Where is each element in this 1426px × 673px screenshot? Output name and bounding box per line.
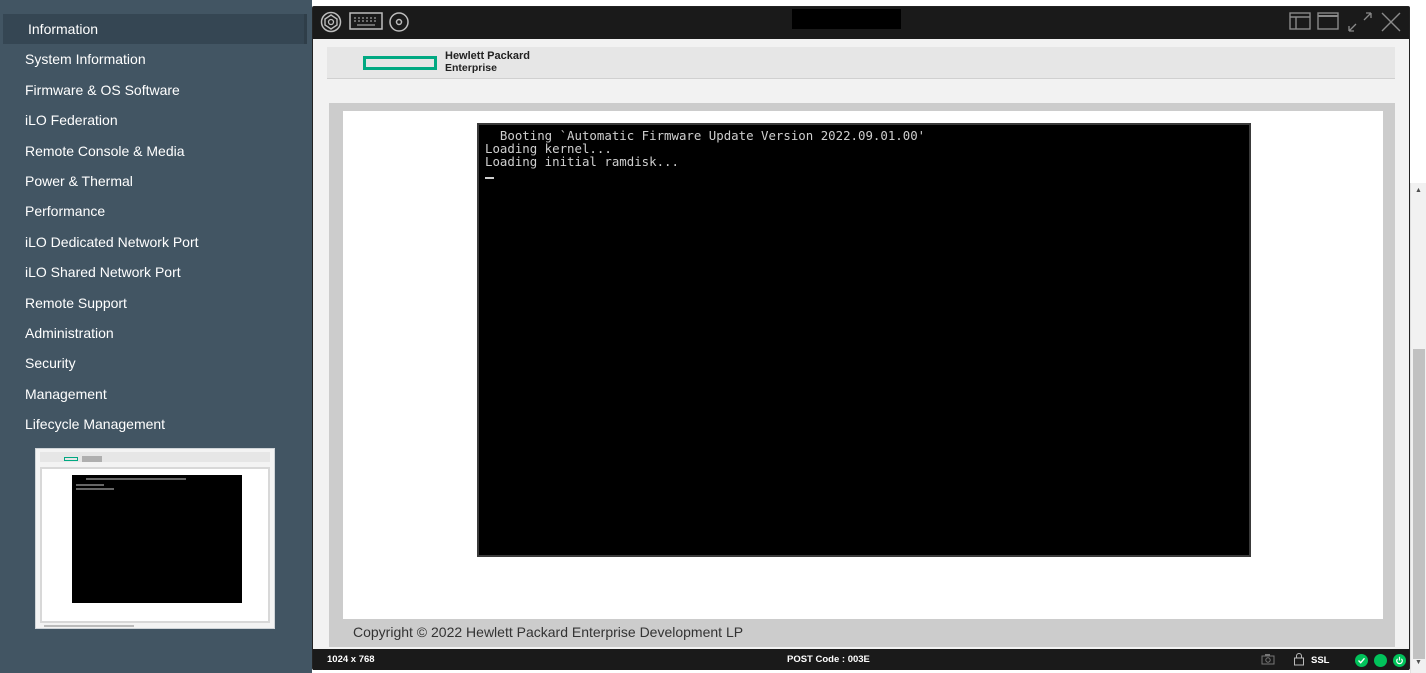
scroll-down-icon[interactable]: ▼ bbox=[1415, 659, 1422, 666]
sidebar-item-management[interactable]: Management bbox=[0, 379, 312, 409]
sidebar-item-ilo-shared-network-port[interactable]: iLO Shared Network Port bbox=[0, 257, 312, 287]
hpe-logo bbox=[363, 56, 437, 70]
thumbnail-logo bbox=[64, 457, 78, 461]
console-title-redacted bbox=[792, 9, 901, 29]
console-frame: Booting `Automatic Firmware Update Versi… bbox=[329, 103, 1395, 647]
thumbnail-frame bbox=[40, 467, 270, 623]
console-screen[interactable]: Booting `Automatic Firmware Update Versi… bbox=[477, 123, 1251, 557]
screen-cursor-line bbox=[485, 168, 1243, 181]
hpe-header: Hewlett Packard Enterprise bbox=[327, 47, 1395, 79]
thumbnail-header bbox=[40, 452, 270, 462]
virtual-media-icon[interactable] bbox=[388, 11, 410, 33]
copyright-text: Copyright © 2022 Hewlett Packard Enterpr… bbox=[353, 624, 744, 640]
sidebar-item-administration[interactable]: Administration bbox=[0, 318, 312, 348]
keyboard-icon[interactable] bbox=[349, 11, 383, 31]
sidebar-item-power-thermal[interactable]: Power & Thermal bbox=[0, 166, 312, 196]
sidebar-item-remote-support[interactable]: Remote Support bbox=[0, 288, 312, 318]
page-scrollbar[interactable]: ▲ ▼ bbox=[1410, 183, 1426, 673]
console-frame-inner: Booting `Automatic Firmware Update Versi… bbox=[343, 111, 1383, 619]
camera-icon[interactable] bbox=[1261, 653, 1275, 668]
lock-icon bbox=[1293, 652, 1305, 669]
ilo-page: Information System Information Firmware … bbox=[0, 0, 1426, 673]
resolution-readout: 1024 x 768 bbox=[327, 654, 375, 665]
maximize-icon[interactable] bbox=[1317, 11, 1339, 36]
screen-line: Loading initial ramdisk... bbox=[485, 154, 679, 169]
close-icon[interactable] bbox=[1379, 11, 1403, 38]
console-thumbnail[interactable] bbox=[35, 448, 275, 629]
sidebar-item-ilo-federation[interactable]: iLO Federation bbox=[0, 105, 312, 135]
sidebar-item-ilo-dedicated-network-port[interactable]: iLO Dedicated Network Port bbox=[0, 227, 312, 257]
power-status-icon[interactable] bbox=[1393, 654, 1407, 667]
scroll-up-icon[interactable]: ▲ bbox=[1415, 187, 1422, 194]
thumbnail-logo-text bbox=[82, 456, 102, 462]
sidebar-nav: Information System Information Firmware … bbox=[0, 0, 312, 439]
thumbnail-line bbox=[76, 484, 104, 486]
post-code-readout: POST Code : 003E bbox=[787, 654, 870, 665]
fullscreen-icon[interactable] bbox=[1347, 11, 1373, 38]
power-icon[interactable] bbox=[319, 11, 343, 33]
scrollbar-thumb[interactable] bbox=[1413, 349, 1425, 659]
thumbnail-line bbox=[76, 488, 114, 490]
thumbnail-line bbox=[86, 478, 186, 480]
brand-name-line1: Hewlett Packard bbox=[445, 50, 530, 62]
health-status-icon bbox=[1374, 654, 1388, 667]
console-titlebar bbox=[313, 7, 1409, 39]
brand-name-line2: Enterprise bbox=[445, 62, 497, 74]
sidebar: Information System Information Firmware … bbox=[0, 0, 312, 673]
sidebar-item-lifecycle-management[interactable]: Lifecycle Management bbox=[0, 409, 312, 439]
ssl-label: SSL bbox=[1311, 655, 1330, 666]
restore-layout-icon[interactable] bbox=[1289, 11, 1311, 36]
sidebar-item-system-information[interactable]: System Information bbox=[0, 44, 312, 74]
check-status-icon bbox=[1355, 654, 1369, 667]
thumbnail-screen bbox=[72, 475, 242, 603]
status-indicators: SSL bbox=[1261, 652, 1407, 669]
text-cursor bbox=[485, 177, 494, 179]
sidebar-item-remote-console-media[interactable]: Remote Console & Media bbox=[0, 136, 312, 166]
console-statusbar: 1024 x 768 POST Code : 003E SSL bbox=[313, 649, 1409, 670]
sidebar-item-security[interactable]: Security bbox=[0, 348, 312, 378]
remote-console-window: Hewlett Packard Enterprise Booting `Auto… bbox=[312, 6, 1410, 670]
sidebar-item-information[interactable]: Information bbox=[3, 14, 307, 45]
sidebar-item-performance[interactable]: Performance bbox=[0, 196, 312, 226]
thumbnail-copyright bbox=[44, 625, 134, 627]
sidebar-item-firmware-os-software[interactable]: Firmware & OS Software bbox=[0, 75, 312, 105]
